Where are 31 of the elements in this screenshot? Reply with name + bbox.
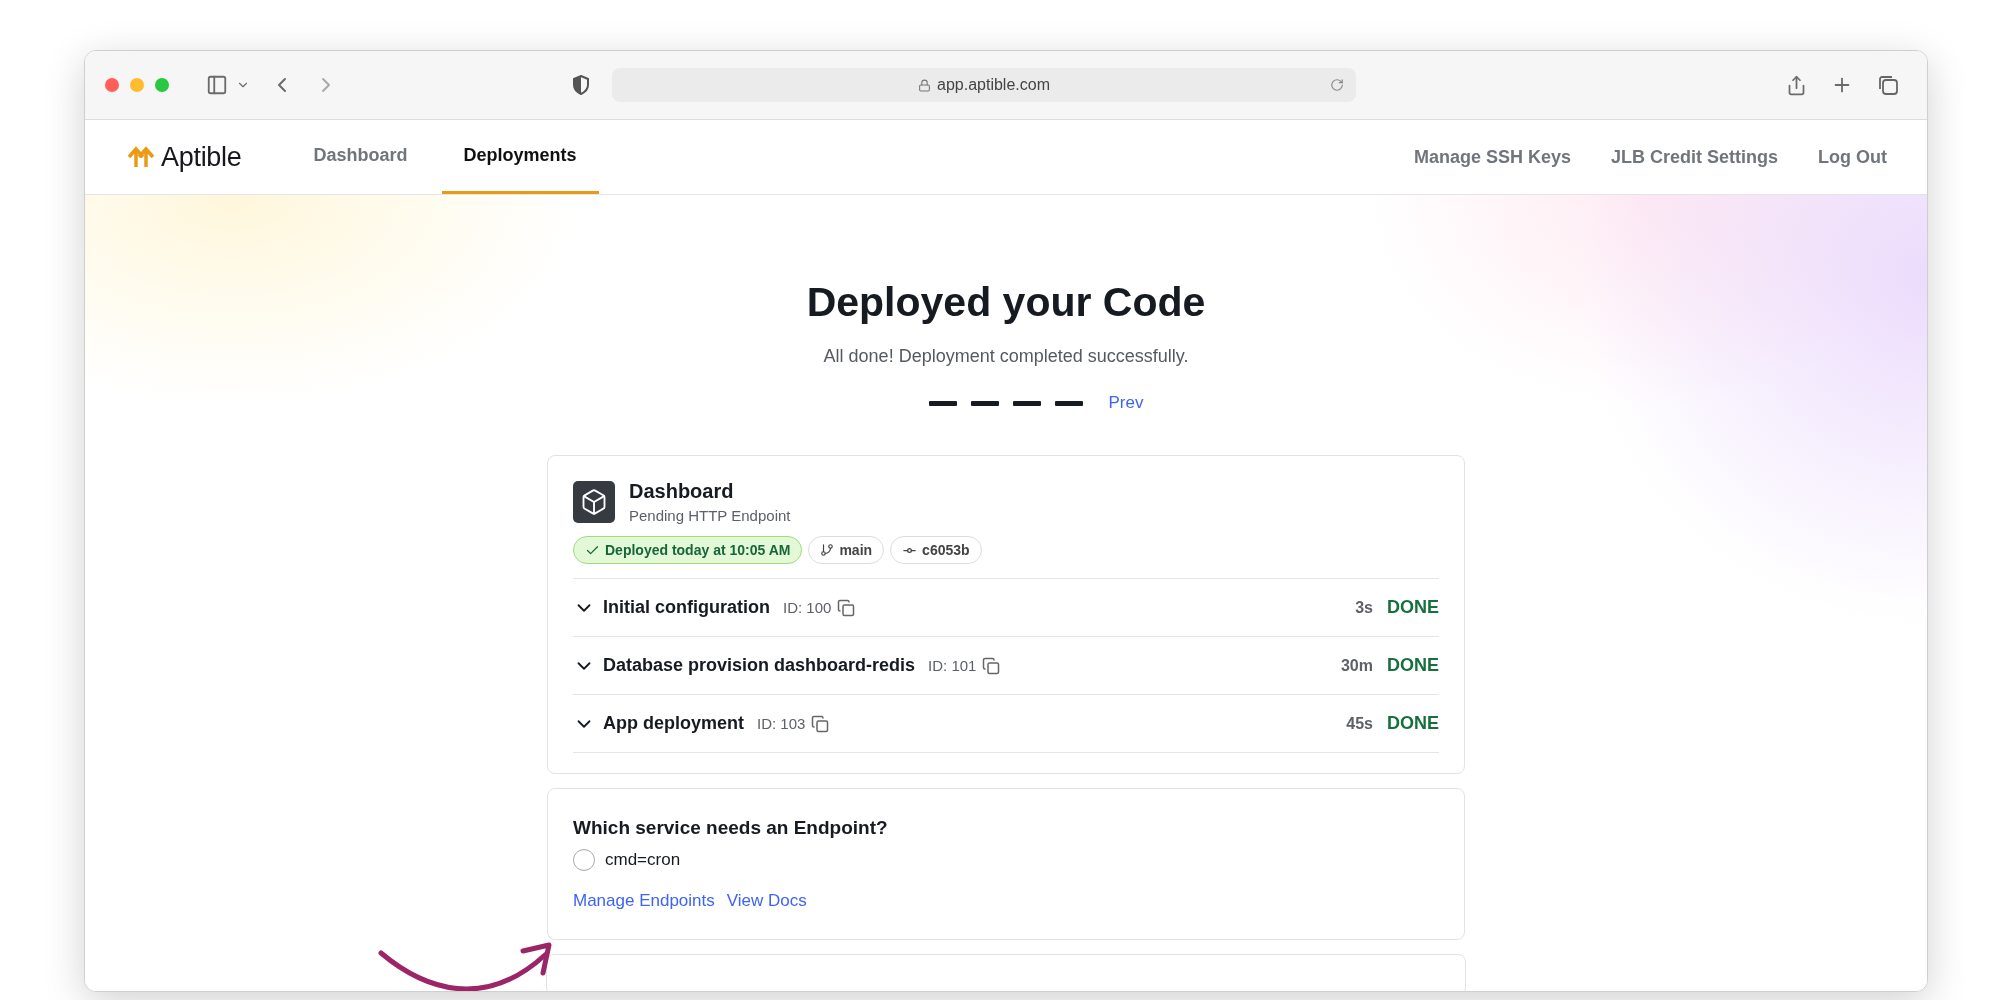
address-bar[interactable]: app.aptible.com — [612, 68, 1356, 102]
operation-id: ID: 101 — [928, 657, 977, 674]
nav-link[interactable]: Log Out — [1818, 120, 1887, 194]
operation-id: ID: 100 — [783, 599, 832, 616]
operation-duration: 3s — [1355, 598, 1373, 617]
page-subtitle: All done! Deployment completed successfully. — [823, 346, 1189, 367]
operation-name: Database provision dashboard-redis — [603, 655, 916, 676]
tag-badge: main — [808, 536, 885, 564]
page-title: Deployed your Code — [806, 279, 1206, 326]
app-name: Dashboard — [629, 480, 735, 503]
prev-link[interactable]: Prev — [1108, 393, 1144, 413]
logo-text: Aptible — [161, 141, 242, 173]
operation-status: DONE — [1387, 597, 1439, 618]
option-label: cmd=cron — [605, 850, 681, 870]
operation-name: Initial configuration — [603, 597, 770, 618]
nav-link[interactable]: Manage SSH Keys — [1413, 120, 1571, 194]
nav-tab[interactable]: Dashboard — [291, 120, 430, 194]
operation-id: ID: 103 — [757, 715, 806, 732]
operation-duration: 30m — [1340, 656, 1373, 675]
app-status: Pending HTTP Endpoint — [629, 507, 791, 524]
operation-duration: 45s — [1346, 714, 1373, 733]
operation-status: DONE — [1387, 655, 1439, 676]
docs-link[interactable]: View Docs — [726, 891, 807, 911]
tag-badge: c6053b — [890, 536, 982, 564]
nav-link[interactable]: JLB Credit Settings — [1611, 120, 1778, 194]
operation-status: DONE — [1387, 713, 1439, 734]
status-badge: Deployed today at 10:05 AM — [573, 536, 803, 564]
question-text: Which service needs an Endpoint? — [573, 817, 889, 839]
operation-name: App deployment — [603, 713, 744, 734]
url-text: app.aptible.com — [937, 76, 1050, 94]
docs-link[interactable]: Manage Endpoints — [573, 891, 715, 911]
